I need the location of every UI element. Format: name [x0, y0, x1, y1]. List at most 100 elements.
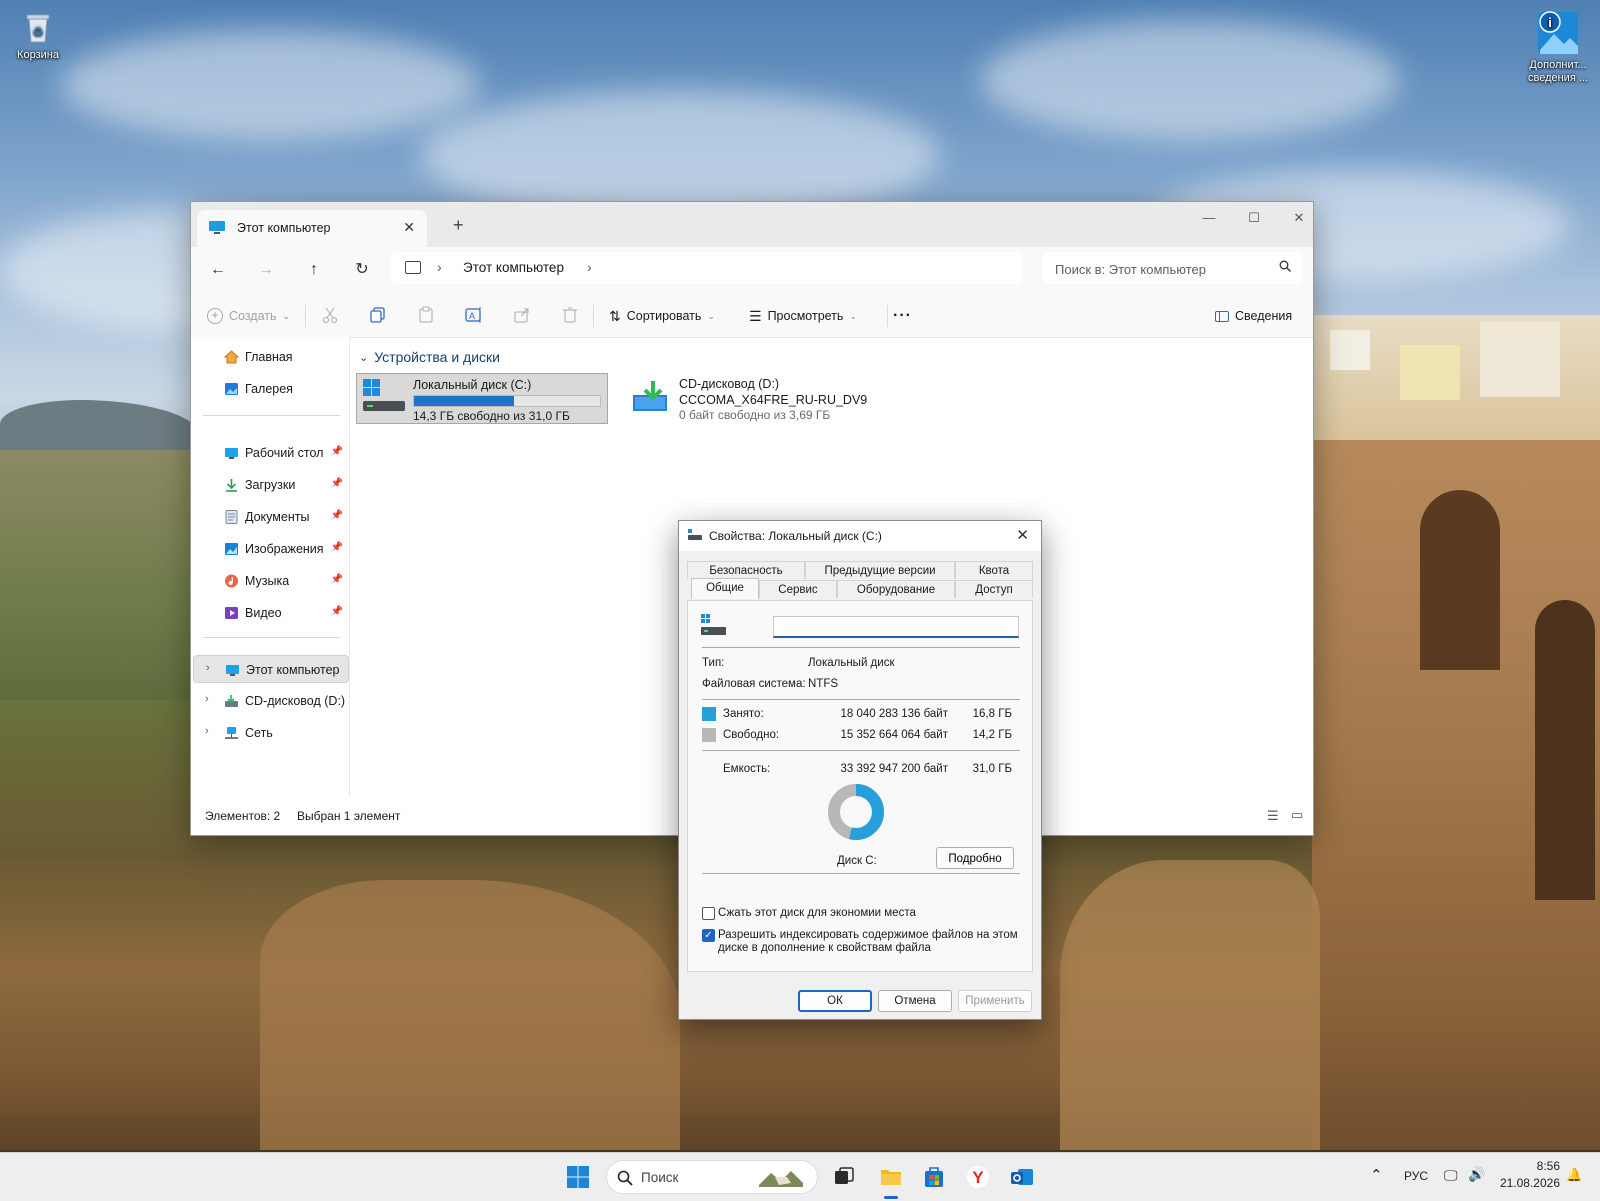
tiles-view-icon[interactable]: ▭ [1291, 807, 1303, 823]
outlook-icon[interactable] [1010, 1165, 1034, 1189]
taskbar-search[interactable]: Поиск [606, 1160, 818, 1194]
notification-bell-icon[interactable]: 🔔 [1566, 1167, 1582, 1183]
close-dialog-icon[interactable]: ✕ [1016, 526, 1029, 544]
pin-icon[interactable]: 📌 [331, 510, 343, 521]
new-tab-button[interactable]: + [453, 215, 464, 236]
close-tab-icon[interactable]: ✕ [403, 219, 415, 236]
disk-usage-donut [828, 784, 884, 840]
cut-icon[interactable] [321, 306, 339, 324]
tab-this-pc[interactable]: Этот компьютер ✕ [197, 210, 427, 247]
view-button[interactable]: ☰ Просмотреть ⌄ [749, 304, 857, 328]
delete-icon[interactable] [561, 306, 579, 324]
start-icon[interactable] [566, 1165, 590, 1189]
sidebar-item-desktop[interactable]: Рабочий стол 📌 [193, 439, 349, 467]
pin-icon[interactable]: 📌 [331, 446, 343, 457]
search-icon [617, 1170, 633, 1186]
recycle-bin-desktop-icon[interactable]: ♻ Корзина [0, 10, 78, 61]
sidebar-item-downloads[interactable]: Загрузки 📌 [193, 471, 349, 499]
tab-quota[interactable]: Квота [955, 561, 1033, 579]
general-tab-panel: Тип: Локальный диск Файловая система: NT… [687, 600, 1033, 972]
drive-c-tile[interactable]: Локальный диск (C:) 14,3 ГБ свободно из … [356, 373, 608, 424]
close-window-button[interactable]: ✕ [1279, 210, 1319, 232]
yandex-browser-icon[interactable]: Y [966, 1165, 990, 1189]
capacity-gb: 31,0 ГБ [972, 763, 1012, 775]
download-icon [226, 479, 237, 492]
sidebar-item-home[interactable]: Главная [193, 343, 349, 371]
clock-date[interactable]: 21.08.2026 [1490, 1176, 1560, 1190]
sidebar-item-cd-drive[interactable]: › CD-дисковод (D:) C [193, 687, 349, 715]
pin-icon[interactable]: 📌 [331, 542, 343, 553]
chevron-down-icon: ⌄ [359, 351, 369, 364]
sidebar-item-label: CD-дисковод (D:) C [245, 694, 345, 708]
maximize-button[interactable]: ☐ [1234, 210, 1274, 232]
pin-icon[interactable]: 📌 [331, 574, 343, 585]
tab-hardware[interactable]: Оборудование [837, 580, 955, 598]
sidebar-item-label: Документы [245, 510, 310, 524]
rename-icon[interactable]: A [465, 306, 483, 324]
chevron-right-icon[interactable]: › [587, 259, 592, 275]
search-input[interactable] [1053, 258, 1272, 280]
sidebar-item-label: Загрузки [245, 478, 296, 492]
sidebar-item-this-pc[interactable]: › Этот компьютер [193, 655, 349, 683]
minimize-button[interactable]: — [1189, 210, 1229, 232]
tab-previous-versions[interactable]: Предыдущие версии [805, 561, 955, 579]
paste-icon[interactable] [417, 306, 435, 324]
tab-tools[interactable]: Сервис [759, 580, 837, 598]
sidebar-item-documents[interactable]: Документы 📌 [193, 503, 349, 531]
search-box[interactable] [1043, 252, 1303, 284]
pin-icon[interactable]: 📌 [331, 478, 343, 489]
tab-general[interactable]: Общие [691, 578, 759, 599]
tab-sharing[interactable]: Доступ [955, 580, 1033, 598]
breadcrumb[interactable]: Этот компьютер [463, 260, 564, 275]
more-options-button[interactable]: ··· [893, 304, 912, 328]
share-icon[interactable] [513, 306, 531, 324]
pin-icon[interactable]: 📌 [331, 606, 343, 617]
drive-icon [688, 529, 702, 540]
create-label: Создать [229, 309, 277, 323]
compress-checkbox[interactable] [702, 907, 715, 920]
sidebar-item-network[interactable]: › Сеть [193, 719, 349, 747]
chevron-right-icon[interactable]: › [206, 662, 210, 674]
clock-time[interactable]: 8:56 [1502, 1159, 1560, 1173]
volume-icon[interactable]: 🔊 [1468, 1166, 1485, 1183]
file-explorer-taskbar-icon[interactable] [879, 1165, 903, 1189]
info-desktop-icon[interactable]: i Дополнит... сведения ... [1518, 8, 1598, 85]
cancel-button[interactable]: Отмена [878, 990, 952, 1012]
chevron-right-icon: › [437, 259, 442, 275]
sidebar-item-videos[interactable]: Видео 📌 [193, 599, 349, 627]
copy-icon[interactable] [369, 306, 387, 324]
index-checkbox[interactable]: ✓ [702, 929, 715, 942]
drive-d-tile[interactable]: CD-дисковод (D:) CCCOMA_X64FRE_RU-RU_DV9… [623, 373, 883, 424]
refresh-button[interactable]: ↻ [350, 258, 374, 282]
apply-button[interactable]: Применить [958, 990, 1032, 1012]
back-button[interactable]: ← [206, 258, 230, 282]
forward-button[interactable]: → [254, 258, 278, 282]
chevron-up-icon[interactable]: ⌃ [1370, 1166, 1383, 1184]
index-label-line2: диске в дополнение к свойствам файла [718, 942, 931, 954]
volume-label-input[interactable] [773, 616, 1019, 638]
ok-button[interactable]: ОК [798, 990, 872, 1012]
store-icon[interactable] [922, 1165, 946, 1189]
language-indicator[interactable]: РУС [1404, 1169, 1428, 1183]
type-value: Локальный диск [808, 657, 895, 669]
chevron-right-icon[interactable]: › [205, 693, 209, 705]
drive-d-volume: CCCOMA_X64FRE_RU-RU_DV9 [679, 393, 868, 407]
search-icon [1279, 260, 1291, 272]
create-button[interactable]: + Создать ⌄ [207, 304, 290, 328]
details-view-icon[interactable]: ☰ [1267, 808, 1279, 824]
command-bar: + Создать ⌄ A ⇅ Сортировать ⌄ ☰ Просмотр… [191, 293, 1313, 338]
network-icon [225, 727, 238, 739]
up-button[interactable]: ↑ [302, 258, 326, 282]
details-pane-button[interactable]: Сведения [1215, 304, 1292, 328]
address-bar[interactable]: › Этот компьютер › [391, 252, 1023, 284]
sidebar-item-music[interactable]: Музыка 📌 [193, 567, 349, 595]
sidebar-item-pictures[interactable]: Изображения 📌 [193, 535, 349, 563]
network-icon[interactable]: 🖵 [1444, 1167, 1458, 1184]
sidebar-item-gallery[interactable]: Галерея [193, 375, 349, 403]
sort-button[interactable]: ⇅ Сортировать ⌄ [609, 304, 715, 328]
details-button[interactable]: Подробно [936, 847, 1014, 869]
devices-group-header[interactable]: ⌄ Устройства и диски [359, 349, 500, 365]
tab-security[interactable]: Безопасность [687, 561, 805, 579]
task-view-icon[interactable] [832, 1165, 856, 1189]
chevron-right-icon[interactable]: › [205, 725, 209, 737]
